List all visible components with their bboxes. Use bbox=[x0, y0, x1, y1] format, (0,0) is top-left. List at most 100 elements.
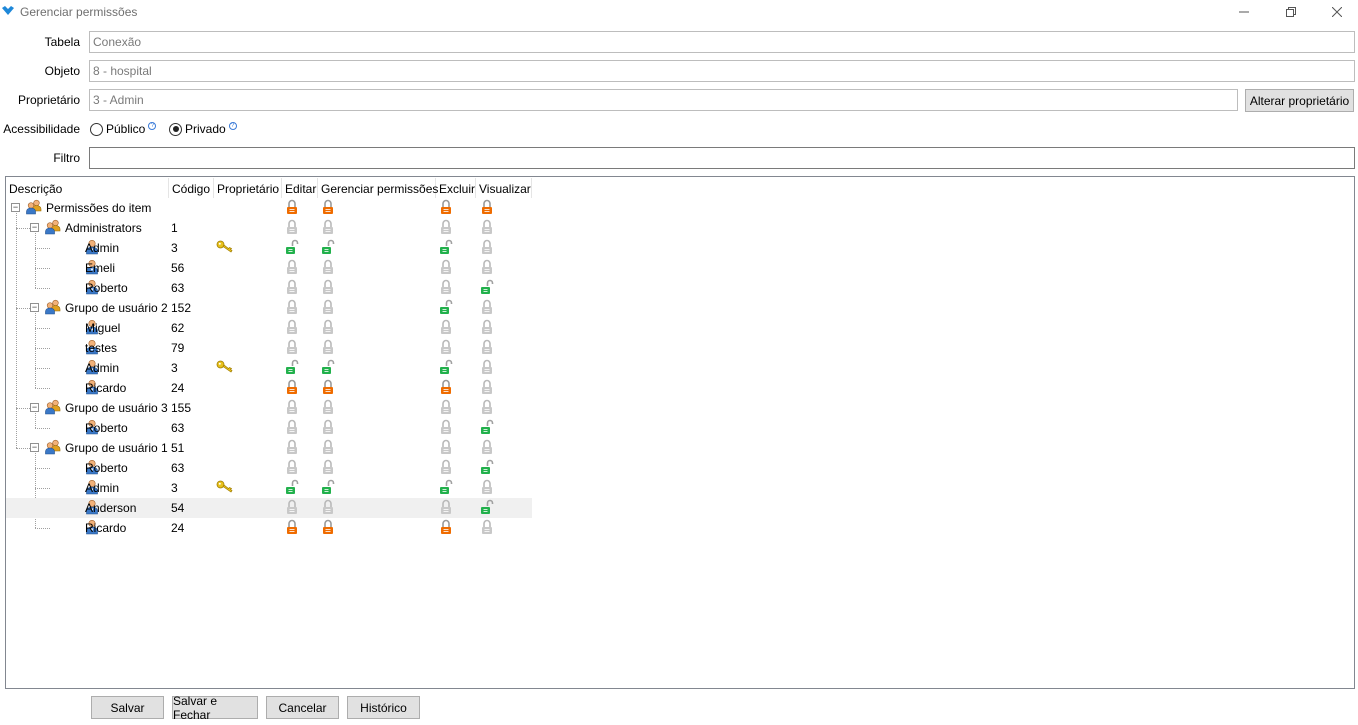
lock-excluir-gray-icon[interactable] bbox=[439, 419, 453, 438]
lock-editar-gray-icon[interactable] bbox=[285, 419, 299, 438]
lock-visualizar-gray-icon[interactable] bbox=[480, 259, 494, 278]
tree-group-row[interactable]: − Grupo de usuário 2 152 bbox=[6, 298, 532, 318]
tree-group-row[interactable]: − Grupo de usuário 1 51 bbox=[6, 438, 532, 458]
close-button[interactable] bbox=[1314, 0, 1358, 24]
lock-gerenciar-orange-icon[interactable] bbox=[321, 199, 335, 218]
column-header-gerenciar[interactable]: Gerenciar permissões bbox=[318, 178, 438, 198]
lock-visualizar-gray-icon[interactable] bbox=[480, 479, 494, 498]
collapse-toggle-icon[interactable]: − bbox=[11, 203, 20, 212]
lock-visualizar-gray-icon[interactable] bbox=[480, 299, 494, 318]
lock-editar-orange-icon[interactable] bbox=[285, 379, 299, 398]
lock-excluir-orange-icon[interactable] bbox=[439, 519, 453, 538]
lock-excluir-orange-icon[interactable] bbox=[439, 199, 453, 218]
tabela-field[interactable]: Conexão bbox=[89, 31, 1355, 53]
lock-visualizar-green-icon[interactable] bbox=[480, 499, 494, 518]
salvar-fechar-button[interactable]: Salvar e Fechar bbox=[172, 694, 258, 722]
tree-user-row[interactable]: Roberto 63 bbox=[6, 278, 532, 298]
lock-visualizar-green-icon[interactable] bbox=[480, 419, 494, 438]
minimize-button[interactable] bbox=[1221, 0, 1267, 24]
tree-group-row[interactable]: − Administrators 1 bbox=[6, 218, 532, 238]
cancelar-button[interactable]: Cancelar bbox=[266, 696, 339, 719]
lock-visualizar-gray-icon[interactable] bbox=[480, 319, 494, 338]
lock-excluir-gray-icon[interactable] bbox=[439, 459, 453, 478]
tree-user-row[interactable]: Emeli 56 bbox=[6, 258, 532, 278]
historico-button[interactable]: Histórico bbox=[347, 696, 420, 719]
restore-button[interactable] bbox=[1268, 0, 1314, 24]
tree-user-row[interactable]: testes 79 bbox=[6, 338, 532, 358]
lock-editar-gray-icon[interactable] bbox=[285, 279, 299, 298]
alterar-proprietario-button[interactable]: Alterar proprietário bbox=[1245, 89, 1354, 112]
lock-editar-gray-icon[interactable] bbox=[285, 399, 299, 418]
lock-excluir-gray-icon[interactable] bbox=[439, 339, 453, 358]
tree-user-row[interactable]: Ricardo 24 bbox=[6, 518, 532, 538]
lock-gerenciar-gray-icon[interactable] bbox=[321, 459, 335, 478]
lock-excluir-gray-icon[interactable] bbox=[439, 439, 453, 458]
lock-visualizar-gray-icon[interactable] bbox=[480, 439, 494, 458]
lock-excluir-orange-icon[interactable] bbox=[439, 379, 453, 398]
tree-user-row[interactable]: Admin 3 bbox=[6, 358, 532, 378]
lock-excluir-gray-icon[interactable] bbox=[439, 279, 453, 298]
lock-gerenciar-green-icon[interactable] bbox=[321, 359, 335, 378]
lock-excluir-gray-icon[interactable] bbox=[439, 259, 453, 278]
lock-editar-orange-icon[interactable] bbox=[285, 519, 299, 538]
lock-editar-green-icon[interactable] bbox=[285, 239, 299, 258]
lock-gerenciar-gray-icon[interactable] bbox=[321, 419, 335, 438]
lock-visualizar-gray-icon[interactable] bbox=[480, 519, 494, 538]
lock-visualizar-gray-icon[interactable] bbox=[480, 399, 494, 418]
lock-editar-gray-icon[interactable] bbox=[285, 319, 299, 338]
lock-excluir-green-icon[interactable] bbox=[439, 239, 453, 258]
lock-editar-gray-icon[interactable] bbox=[285, 219, 299, 238]
column-header-descricao[interactable]: Descrição bbox=[6, 178, 169, 198]
tree-user-row[interactable]: Anderson 54 bbox=[6, 498, 532, 518]
lock-excluir-gray-icon[interactable] bbox=[439, 499, 453, 518]
lock-visualizar-green-icon[interactable] bbox=[480, 459, 494, 478]
lock-editar-gray-icon[interactable] bbox=[285, 259, 299, 278]
lock-visualizar-gray-icon[interactable] bbox=[480, 339, 494, 358]
tree-user-row[interactable]: Miguel 62 bbox=[6, 318, 532, 338]
lock-gerenciar-gray-icon[interactable] bbox=[321, 299, 335, 318]
lock-gerenciar-gray-icon[interactable] bbox=[321, 399, 335, 418]
help-icon[interactable]: ? bbox=[228, 122, 237, 130]
publico-radio-circle[interactable] bbox=[90, 122, 103, 136]
lock-visualizar-orange-icon[interactable] bbox=[480, 199, 494, 218]
lock-editar-orange-icon[interactable] bbox=[285, 199, 299, 218]
tree-user-row[interactable]: Roberto 63 bbox=[6, 458, 532, 478]
lock-editar-gray-icon[interactable] bbox=[285, 439, 299, 458]
lock-gerenciar-gray-icon[interactable] bbox=[321, 339, 335, 358]
lock-editar-gray-icon[interactable] bbox=[285, 459, 299, 478]
lock-gerenciar-gray-icon[interactable] bbox=[321, 499, 335, 518]
lock-excluir-gray-icon[interactable] bbox=[439, 319, 453, 338]
filtro-input[interactable] bbox=[89, 147, 1355, 169]
tree-user-row[interactable]: Admin 3 bbox=[6, 238, 532, 258]
lock-editar-gray-icon[interactable] bbox=[285, 339, 299, 358]
collapse-toggle-icon[interactable]: − bbox=[30, 403, 39, 412]
privado-radio-circle[interactable] bbox=[169, 122, 182, 136]
lock-gerenciar-gray-icon[interactable] bbox=[321, 259, 335, 278]
lock-excluir-green-icon[interactable] bbox=[439, 359, 453, 378]
lock-gerenciar-orange-icon[interactable] bbox=[321, 379, 335, 398]
column-header-excluir[interactable]: Excluir bbox=[436, 178, 476, 198]
salvar-button[interactable]: Salvar bbox=[91, 696, 164, 719]
help-icon[interactable]: ? bbox=[148, 122, 157, 130]
column-header-proprietario[interactable]: Proprietário bbox=[214, 178, 282, 198]
tree-user-row[interactable]: Admin 3 bbox=[6, 478, 532, 498]
collapse-toggle-icon[interactable]: − bbox=[30, 223, 39, 232]
lock-visualizar-gray-icon[interactable] bbox=[480, 219, 494, 238]
lock-excluir-green-icon[interactable] bbox=[439, 299, 453, 318]
lock-visualizar-gray-icon[interactable] bbox=[480, 239, 494, 258]
lock-gerenciar-green-icon[interactable] bbox=[321, 479, 335, 498]
column-header-codigo[interactable]: Código bbox=[169, 178, 214, 198]
proprietario-field[interactable]: 3 - Admin bbox=[89, 89, 1238, 111]
lock-gerenciar-gray-icon[interactable] bbox=[321, 279, 335, 298]
lock-gerenciar-gray-icon[interactable] bbox=[321, 319, 335, 338]
publico-radio[interactable]: Público ? bbox=[90, 122, 157, 136]
tree-user-row[interactable]: Ricardo 24 bbox=[6, 378, 532, 398]
lock-visualizar-green-icon[interactable] bbox=[480, 279, 494, 298]
lock-editar-gray-icon[interactable] bbox=[285, 299, 299, 318]
lock-editar-green-icon[interactable] bbox=[285, 359, 299, 378]
objeto-field[interactable]: 8 - hospital bbox=[89, 60, 1355, 82]
lock-gerenciar-gray-icon[interactable] bbox=[321, 439, 335, 458]
lock-excluir-gray-icon[interactable] bbox=[439, 399, 453, 418]
tree-user-row[interactable]: Roberto 63 bbox=[6, 418, 532, 438]
lock-editar-green-icon[interactable] bbox=[285, 479, 299, 498]
